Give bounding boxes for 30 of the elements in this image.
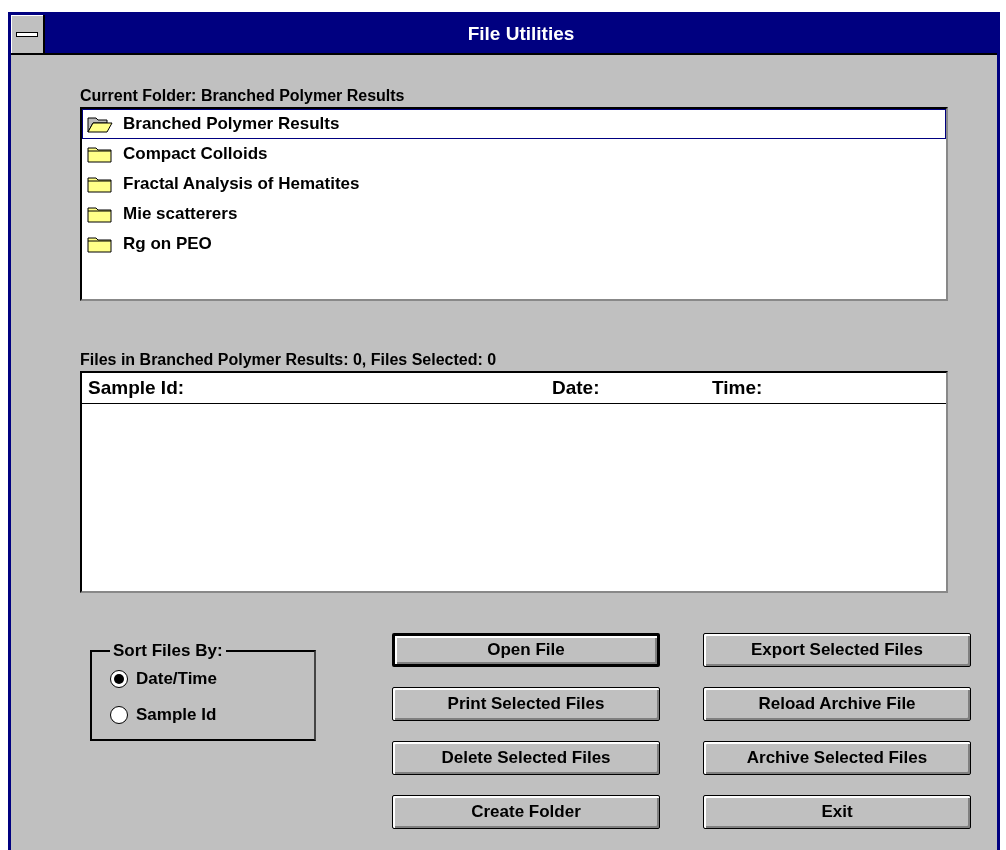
folder-icon: [87, 235, 113, 253]
folder-icon: [87, 205, 113, 223]
dialog-button[interactable]: Export Selected Files: [703, 633, 971, 667]
folder-item[interactable]: Compact Colloids: [82, 139, 946, 169]
folder-icon: [87, 145, 113, 163]
dialog-button[interactable]: Open File: [392, 633, 660, 667]
folder-icon: [87, 175, 113, 193]
window-title: File Utilities: [466, 22, 576, 46]
dialog-button[interactable]: Delete Selected Files: [392, 741, 660, 775]
sort-radio[interactable]: Sample Id: [110, 697, 314, 733]
radio-label: Date/Time: [136, 669, 217, 689]
open-folder-icon: [87, 115, 113, 133]
radio-label: Sample Id: [136, 705, 217, 725]
column-header: Time:: [712, 377, 763, 399]
folder-item[interactable]: Mie scatterers: [82, 199, 946, 229]
folder-item[interactable]: Rg on PEO: [82, 229, 946, 259]
files-count-label: Files in Branched Polymer Results: 0, Files Selected: 0: [80, 350, 498, 370]
current-folder-label: Current Folder: Branched Polymer Results: [80, 86, 406, 106]
dialog-button[interactable]: Create Folder: [392, 795, 660, 829]
system-menu-button[interactable]: [11, 15, 45, 53]
dialog-button[interactable]: Reload Archive File: [703, 687, 971, 721]
folder-item[interactable]: Branched Polymer Results: [82, 109, 946, 139]
dialog-button[interactable]: Archive Selected Files: [703, 741, 971, 775]
folder-item[interactable]: Fractal Analysis of Hematites: [82, 169, 946, 199]
sort-group-label: Sort Files By:: [112, 641, 224, 661]
dialog-button[interactable]: Exit: [703, 795, 971, 829]
sort-radio[interactable]: Date/Time: [110, 661, 314, 697]
column-header: Sample Id:: [88, 377, 186, 399]
column-header: Date:: [552, 377, 601, 399]
dialog-button[interactable]: Print Selected Files: [392, 687, 660, 721]
